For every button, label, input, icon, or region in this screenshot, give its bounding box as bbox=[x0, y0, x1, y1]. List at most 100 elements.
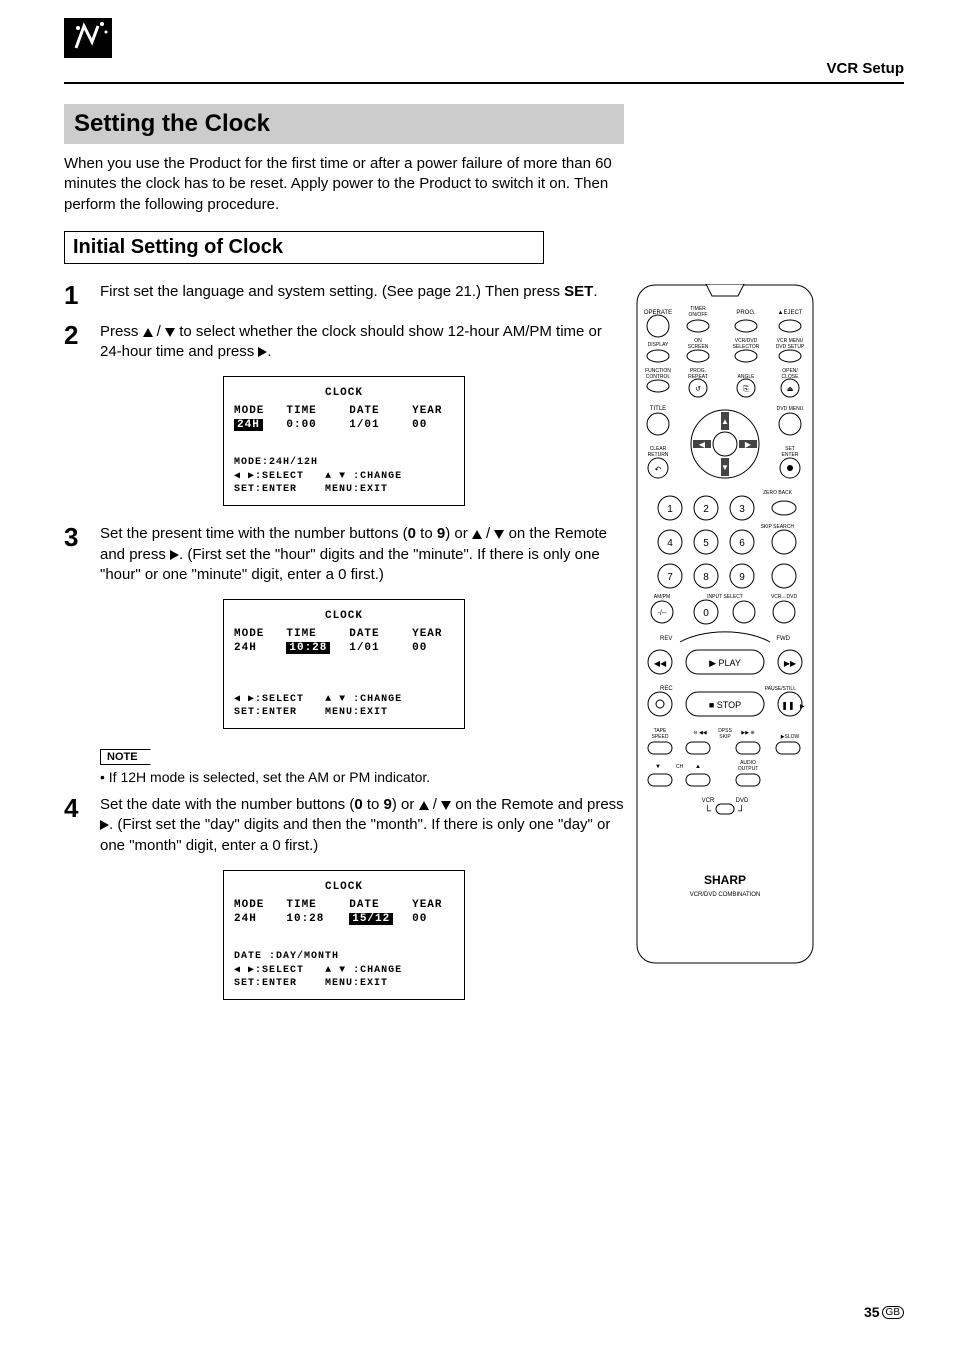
svg-text:SHARP: SHARP bbox=[704, 873, 746, 887]
svg-text:7: 7 bbox=[667, 572, 673, 583]
svg-text:▶▶: ▶▶ bbox=[784, 659, 797, 668]
osd-head-row: MODE TIME DATE YEAR bbox=[234, 628, 454, 640]
right-icon bbox=[258, 347, 267, 357]
manual-page: VCR Setup Setting the Clock When you use… bbox=[0, 0, 954, 1346]
svg-text:AM/PM: AM/PM bbox=[654, 594, 670, 600]
svg-text:VCR/DVD COMBINATION: VCR/DVD COMBINATION bbox=[690, 892, 761, 898]
f1: DATE :DAY/MONTH bbox=[234, 951, 454, 962]
section-header: VCR Setup bbox=[826, 60, 904, 77]
h-year: YEAR bbox=[412, 628, 454, 640]
svg-text:REC: REC bbox=[660, 686, 673, 692]
step-3: 3 Set the present time with the number b… bbox=[64, 524, 624, 585]
f1-spacer bbox=[234, 680, 454, 691]
f1: MODE:24H/12H bbox=[234, 457, 454, 468]
step-number: 3 bbox=[64, 524, 100, 585]
svg-text:8: 8 bbox=[703, 572, 709, 583]
main-content: Setting the Clock When you use the Produ… bbox=[64, 104, 624, 1018]
svg-text:4: 4 bbox=[667, 538, 673, 549]
svg-text:SKIP SEARCH: SKIP SEARCH bbox=[760, 524, 794, 530]
page-title: Setting the Clock bbox=[64, 104, 624, 144]
svg-text:⎘: ⎘ bbox=[743, 385, 749, 393]
step-2: 2 Press / to select whether the clock sh… bbox=[64, 322, 624, 363]
v-year: 00 bbox=[412, 642, 454, 654]
text: to select whether the clock should show … bbox=[100, 323, 602, 360]
down-icon bbox=[441, 801, 451, 810]
v-date: 15/12 bbox=[349, 913, 412, 925]
step-number: 2 bbox=[64, 322, 100, 363]
remote-svg: OPERATE TIMERON/OFF PROG. ▲EJECT DISPLAY… bbox=[636, 284, 814, 964]
osd-value-row: 24H 0:00 1/01 00 bbox=[234, 419, 454, 431]
note-text: If 12H mode is selected, set the AM or P… bbox=[100, 769, 624, 785]
h-year: YEAR bbox=[412, 405, 454, 417]
h-mode: MODE bbox=[234, 405, 286, 417]
osd-head-row: MODE TIME DATE YEAR bbox=[234, 405, 454, 417]
svg-text:SELECTOR: SELECTOR bbox=[733, 344, 760, 350]
svg-text:▶: ▶ bbox=[745, 440, 752, 449]
v-mode: 24H bbox=[234, 642, 286, 654]
step-body: Set the date with the number buttons (0 … bbox=[100, 795, 624, 856]
h-time: TIME bbox=[286, 628, 349, 640]
svg-text:PAUSE/STILL: PAUSE/STILL bbox=[765, 686, 797, 692]
osd-head-row: MODE TIME DATE YEAR bbox=[234, 899, 454, 911]
page-lang: GB bbox=[882, 1306, 904, 1319]
v-mode: 24H bbox=[234, 913, 286, 925]
v-date: 1/01 bbox=[349, 642, 412, 654]
svg-text:⏏: ⏏ bbox=[787, 386, 794, 393]
page-number: 35GB bbox=[864, 1304, 904, 1320]
nine: 9 bbox=[437, 525, 445, 542]
v-time: 10:28 bbox=[286, 642, 349, 654]
right-icon bbox=[170, 550, 179, 560]
v-time: 10:28 bbox=[286, 913, 349, 925]
right-icon bbox=[100, 820, 109, 830]
h-date: DATE bbox=[349, 628, 412, 640]
svg-text:VCR: VCR bbox=[702, 798, 715, 804]
svg-text:9: 9 bbox=[739, 572, 745, 583]
step-4: 4 Set the date with the number buttons (… bbox=[64, 795, 624, 856]
svg-text:ON/OFF: ON/OFF bbox=[689, 312, 708, 318]
svg-text:▲: ▲ bbox=[695, 764, 701, 770]
svg-text:▲: ▲ bbox=[721, 417, 729, 426]
step-body: Set the present time with the number but… bbox=[100, 524, 624, 585]
svg-text:TITLE: TITLE bbox=[650, 406, 666, 412]
svg-text:SPEED: SPEED bbox=[652, 734, 669, 740]
svg-text:▶: ▶ bbox=[800, 704, 805, 710]
svg-text:▶SLOW: ▶SLOW bbox=[781, 734, 800, 740]
step-number: 4 bbox=[64, 795, 100, 856]
osd-value-row: 24H 10:28 15/12 00 bbox=[234, 913, 454, 925]
text: on the Remote and press bbox=[451, 796, 624, 813]
brand-logo bbox=[64, 18, 112, 58]
svg-text:SKIP: SKIP bbox=[719, 734, 731, 740]
svg-text:-/--: -/-- bbox=[658, 610, 668, 617]
svg-text:▼: ▼ bbox=[655, 764, 661, 770]
h-mode: MODE bbox=[234, 628, 286, 640]
svg-text:PROG.: PROG. bbox=[736, 310, 756, 316]
svg-text:◀: ◀ bbox=[699, 440, 706, 449]
step-body: First set the language and system settin… bbox=[100, 282, 624, 308]
text: to bbox=[416, 525, 437, 542]
text: First set the language and system settin… bbox=[100, 283, 564, 300]
svg-text:VCR↔DVD: VCR↔DVD bbox=[771, 594, 798, 600]
v-mode: 24H bbox=[234, 419, 286, 431]
svg-text:DISPLAY: DISPLAY bbox=[648, 342, 669, 348]
svg-text:◀◀: ◀◀ bbox=[654, 659, 667, 668]
h-mode: MODE bbox=[234, 899, 286, 911]
svg-text:❚❚: ❚❚ bbox=[781, 701, 794, 710]
zero: 0 bbox=[408, 525, 416, 542]
v-time: 0:00 bbox=[286, 419, 349, 431]
h-time: TIME bbox=[286, 405, 349, 417]
text: ) or bbox=[392, 796, 419, 813]
f2: ◀ ▶:SELECT ▲ ▼ :CHANGE bbox=[234, 964, 454, 976]
v-year: 00 bbox=[412, 913, 454, 925]
h-date: DATE bbox=[349, 899, 412, 911]
v-date: 1/01 bbox=[349, 419, 412, 431]
header-rule bbox=[64, 82, 904, 84]
up-icon bbox=[143, 328, 153, 337]
osd-title: CLOCK bbox=[234, 881, 454, 893]
nine: 9 bbox=[384, 796, 392, 813]
down-icon bbox=[165, 328, 175, 337]
osd-clock-time: CLOCK MODE TIME DATE YEAR 24H 10:28 1/01… bbox=[223, 599, 465, 729]
f2: ◀ ▶:SELECT ▲ ▼ :CHANGE bbox=[234, 693, 454, 705]
svg-text:REV: REV bbox=[660, 636, 672, 642]
svg-text:┘: ┘ bbox=[737, 804, 745, 817]
note-label: NOTE bbox=[100, 749, 151, 765]
